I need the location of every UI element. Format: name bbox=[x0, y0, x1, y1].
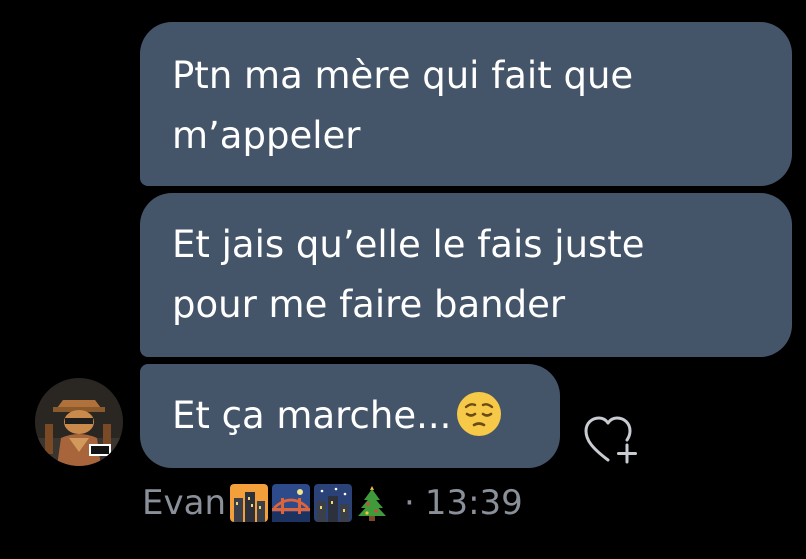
message-2-line-2: pour me faire bander bbox=[172, 283, 566, 326]
add-reaction-button[interactable] bbox=[580, 410, 650, 470]
sender-name[interactable]: Evan bbox=[142, 483, 226, 523]
sender-avatar[interactable] bbox=[35, 378, 123, 466]
pensive-face-icon bbox=[457, 391, 502, 436]
avatar-image bbox=[35, 378, 123, 466]
meta-separator: · bbox=[404, 483, 415, 523]
message-3-text: Et ça marche... bbox=[172, 394, 452, 437]
message-2-line-1: Et jais qu’elle le fais juste bbox=[172, 223, 645, 266]
message-3-content: Et ça marche... bbox=[172, 391, 503, 437]
message-thread: Ptn ma mère qui fait que m’appeler Et ja… bbox=[0, 0, 806, 559]
message-meta: Evan · 13:39 bbox=[142, 480, 523, 526]
christmas-tree-icon bbox=[358, 486, 386, 521]
message-1-line-2: m’appeler bbox=[172, 114, 361, 157]
bridge-at-night-icon bbox=[272, 484, 310, 522]
city-sunrise-icon bbox=[230, 484, 268, 522]
message-1-line-1: Ptn ma mère qui fait que bbox=[172, 54, 634, 97]
message-timestamp: 13:39 bbox=[424, 483, 523, 523]
night-with-stars-icon bbox=[314, 484, 352, 522]
message-bubble-2[interactable]: Et jais qu’elle le fais juste pour me fa… bbox=[140, 193, 792, 357]
message-bubble-1[interactable]: Ptn ma mère qui fait que m’appeler bbox=[140, 22, 792, 186]
message-bubble-3[interactable]: Et ça marche... bbox=[140, 364, 560, 468]
heart-plus-icon bbox=[584, 416, 637, 464]
